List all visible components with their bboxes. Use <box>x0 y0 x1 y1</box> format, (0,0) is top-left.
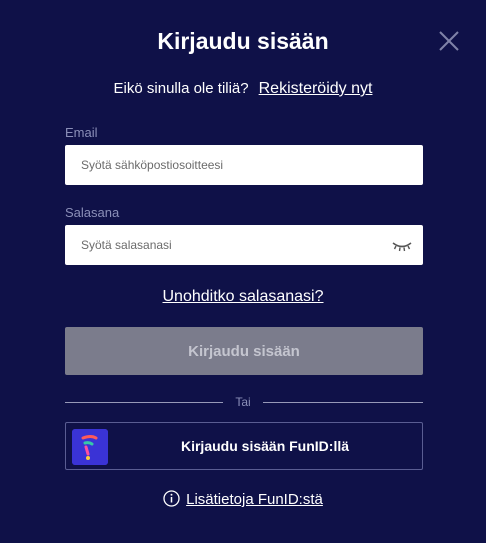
funid-info-row: Lisätietoja FunID:stä <box>0 490 486 508</box>
email-field[interactable] <box>65 145 423 185</box>
funid-login-button[interactable]: Kirjaudu sisään FunID:llä <box>65 422 423 470</box>
email-label: Email <box>65 125 98 140</box>
login-dialog: Kirjaudu sisään Eikö sinulla ole tiliä? R… <box>0 0 486 543</box>
signup-question: Eikö sinulla ole tiliä? <box>113 80 249 97</box>
funid-logo-icon <box>72 429 108 465</box>
info-icon <box>163 490 180 507</box>
forgot-password-link[interactable]: Unohditko salasanasi? <box>163 288 324 305</box>
signup-prompt: Eikö sinulla ole tiliä? Rekisteröidy nyt <box>0 80 486 98</box>
funid-button-label: Kirjaudu sisään FunID:llä <box>180 438 350 454</box>
divider-line-right <box>263 402 423 403</box>
password-label: Salasana <box>65 205 120 220</box>
login-button[interactable]: Kirjaudu sisään <box>65 327 423 375</box>
close-icon[interactable] <box>437 29 461 53</box>
forgot-password-row: Unohditko salasanasi? <box>0 288 486 306</box>
signup-link[interactable]: Rekisteröidy nyt <box>259 80 373 97</box>
funid-info-link[interactable]: Lisätietoja FunID:stä <box>186 491 323 508</box>
password-field[interactable] <box>65 225 423 265</box>
dialog-title: Kirjaudu sisään <box>157 28 329 54</box>
eye-closed-icon[interactable] <box>391 238 413 254</box>
